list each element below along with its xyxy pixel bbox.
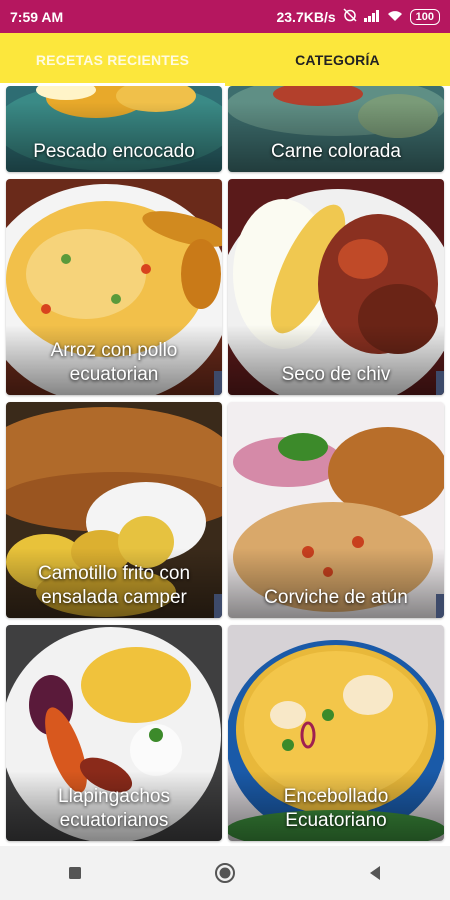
recipe-title: Carne colorada (271, 141, 401, 162)
recipe-title: Pescado encocado (33, 141, 195, 162)
recipe-title: Encebollado Ecuatoriano (283, 786, 389, 831)
recipe-title: Corviche de atún (264, 587, 408, 608)
back-triangle-icon[interactable] (355, 853, 395, 893)
recipe-title: Seco de chiv (281, 364, 391, 385)
status-indicators: 23.7KB/s 100 (276, 8, 440, 25)
recents-square-icon[interactable] (55, 853, 95, 893)
network-speed: 23.7KB/s (276, 8, 336, 25)
alarm-off-icon (343, 8, 357, 25)
recipe-title: Camotillo frito con ensalada camper (37, 563, 191, 608)
recipe-card[interactable]: Carne colorada (228, 86, 444, 172)
status-time: 7:59 AM (10, 8, 64, 25)
recipe-card[interactable]: Arroz con pollo ecuatorian (6, 179, 222, 395)
recipe-card[interactable]: Encebollado Ecuatoriano (228, 625, 444, 841)
signal-icon (363, 9, 380, 25)
recipe-title: Arroz con pollo ecuatorian (50, 340, 178, 385)
status-bar: 7:59 AM 23.7KB/s 100 (0, 0, 450, 33)
wifi-icon (387, 9, 403, 25)
recipe-title: Llapingachos ecuatorianos (58, 786, 170, 831)
tab-recetas-recientes[interactable]: RECETAS RECIENTES (0, 33, 225, 86)
recipe-card[interactable]: Seco de chiv (228, 179, 444, 395)
battery-icon: 100 (409, 8, 440, 25)
system-nav-bar (0, 846, 450, 900)
recipe-card[interactable]: Pescado encocado (6, 86, 222, 172)
tab-categoria[interactable]: CATEGORÍA (225, 33, 450, 86)
recipe-grid: Pescado encocado Carne colorada Arroz co… (0, 86, 450, 846)
recipe-card[interactable]: Camotillo frito con ensalada camper (6, 402, 222, 618)
tab-bar: RECETAS RECIENTES CATEGORÍA (0, 33, 450, 86)
recipe-card[interactable]: Corviche de atún (228, 402, 444, 618)
recipe-card[interactable]: Llapingachos ecuatorianos (6, 625, 222, 841)
home-circle-icon[interactable] (205, 853, 245, 893)
